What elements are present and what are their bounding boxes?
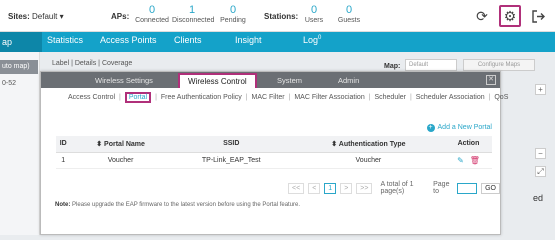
subnav-qos[interactable]: QoS xyxy=(494,94,508,101)
stations-users: 0 Users xyxy=(304,4,324,24)
modal-tabs: Wireless Settings Wireless Control Syste… xyxy=(41,72,500,88)
page-to-label: Page to xyxy=(433,181,450,195)
next-page-button[interactable]: > xyxy=(340,182,353,194)
aps-title: APs: xyxy=(111,12,130,21)
current-page[interactable]: 1 xyxy=(324,182,337,194)
wireless-control-subnav: Access Control | Portal | Free Authentic… xyxy=(68,92,509,103)
log-badge: 0 xyxy=(318,35,322,41)
tab-wireless-settings[interactable]: Wireless Settings xyxy=(95,76,153,85)
subnav-scheduler[interactable]: Scheduler xyxy=(374,94,406,101)
tab-admin[interactable]: Admin xyxy=(338,76,359,85)
nav-log[interactable]: Log0 xyxy=(303,35,321,45)
refresh-icon[interactable]: ⟳ xyxy=(471,5,493,27)
logout-icon[interactable] xyxy=(527,5,549,27)
aps-disconnected: 1 Disconnected xyxy=(172,4,215,24)
portal-table: ID ⬍ Portal Name SSID ⬍ Authentication T… xyxy=(56,136,492,169)
col-id[interactable]: ID xyxy=(56,136,71,153)
go-button[interactable]: GO xyxy=(481,182,500,194)
col-portal-name[interactable]: ⬍ Portal Name xyxy=(70,136,171,153)
auto-map-button[interactable]: uto map) xyxy=(0,60,38,74)
map-view-tabs[interactable]: Label | Details | Coverage xyxy=(52,60,132,67)
device-label: 0-52 xyxy=(2,80,17,87)
cell-auth-type: Voucher xyxy=(291,152,445,169)
subnav-scheduler-association[interactable]: Scheduler Association xyxy=(416,94,485,101)
sites-label: Sites: xyxy=(8,12,30,21)
aps-connected: 0 Connected xyxy=(135,4,169,24)
prev-page-button[interactable]: < xyxy=(308,182,321,194)
aps-pending: 0 Pending xyxy=(220,4,246,24)
main-nav: ap Statistics Access Points Clients Insi… xyxy=(0,32,555,52)
nav-clients[interactable]: Clients xyxy=(174,35,202,45)
background-text: ed xyxy=(533,193,544,203)
page-number-input[interactable] xyxy=(457,182,478,194)
nav-statistics[interactable]: Statistics xyxy=(47,35,83,45)
nav-insight[interactable]: Insight xyxy=(235,35,262,45)
plus-icon: + xyxy=(426,124,435,132)
map-select[interactable]: Default xyxy=(405,59,457,71)
last-page-button[interactable]: >> xyxy=(356,182,373,194)
map-label: Map: xyxy=(384,63,401,70)
stations-guests: 0 Guests xyxy=(337,4,361,24)
settings-modal: Wireless Settings Wireless Control Syste… xyxy=(40,71,508,235)
portal-note: Note: Please upgrade the EAP firmware to… xyxy=(55,202,301,208)
nav-map[interactable]: ap xyxy=(0,32,42,52)
cell-ssid: TP-Link_EAP_Test xyxy=(170,152,292,169)
resize-icon[interactable]: ⤢ xyxy=(535,166,546,177)
col-ssid[interactable]: SSID xyxy=(170,136,292,153)
first-page-button[interactable]: << xyxy=(288,182,305,194)
cell-id: 1 xyxy=(56,152,71,169)
edit-icon[interactable]: ✎ xyxy=(457,156,464,165)
map-zoom-controls: + − ⤢ xyxy=(532,78,550,208)
cell-action: ✎ 🗑 xyxy=(444,152,492,169)
delete-icon[interactable]: 🗑 xyxy=(470,156,480,165)
pagination: << < 1 > >> A total of 1 page(s) Page to… xyxy=(288,181,500,195)
configure-maps-button[interactable]: Configure Maps xyxy=(463,59,535,71)
col-action: Action xyxy=(444,136,492,153)
sites-value[interactable]: Default xyxy=(32,12,57,21)
subnav-free-authentication-policy[interactable]: Free Authentication Policy xyxy=(161,94,242,101)
zoom-in-icon[interactable]: + xyxy=(535,84,546,95)
col-authentication-type[interactable]: ⬍ Authentication Type xyxy=(291,136,445,153)
settings-gear-icon[interactable]: ⚙ xyxy=(499,5,521,27)
zoom-out-icon[interactable]: − xyxy=(535,148,546,159)
add-portal-button[interactable]: + Add a New Portal xyxy=(426,124,492,132)
nav-access-points[interactable]: Access Points xyxy=(100,35,157,45)
page-total: A total of 1 page(s) xyxy=(380,181,414,195)
top-bar: Sites: Default ▾ APs: 0 Connected 1 Disc… xyxy=(0,0,555,32)
cell-portal-name: Voucher xyxy=(70,152,171,169)
subnav-access-control[interactable]: Access Control xyxy=(68,94,115,101)
tab-system[interactable]: System xyxy=(277,76,302,85)
sites-selector[interactable]: Sites: Default ▾ xyxy=(8,12,64,21)
map-side-panel: uto map) 0-52 xyxy=(0,52,40,235)
table-row: 1 Voucher TP-Link_EAP_Test Voucher ✎ 🗑 xyxy=(56,152,492,169)
subnav-mac-filter[interactable]: MAC Filter xyxy=(252,94,285,101)
subnav-portal[interactable]: Portal xyxy=(124,92,152,103)
stations-title: Stations: xyxy=(264,12,299,21)
close-icon[interactable]: ✕ xyxy=(486,75,496,85)
tab-wireless-control[interactable]: Wireless Control xyxy=(178,73,257,88)
subnav-mac-filter-association[interactable]: MAC Filter Association xyxy=(294,94,364,101)
